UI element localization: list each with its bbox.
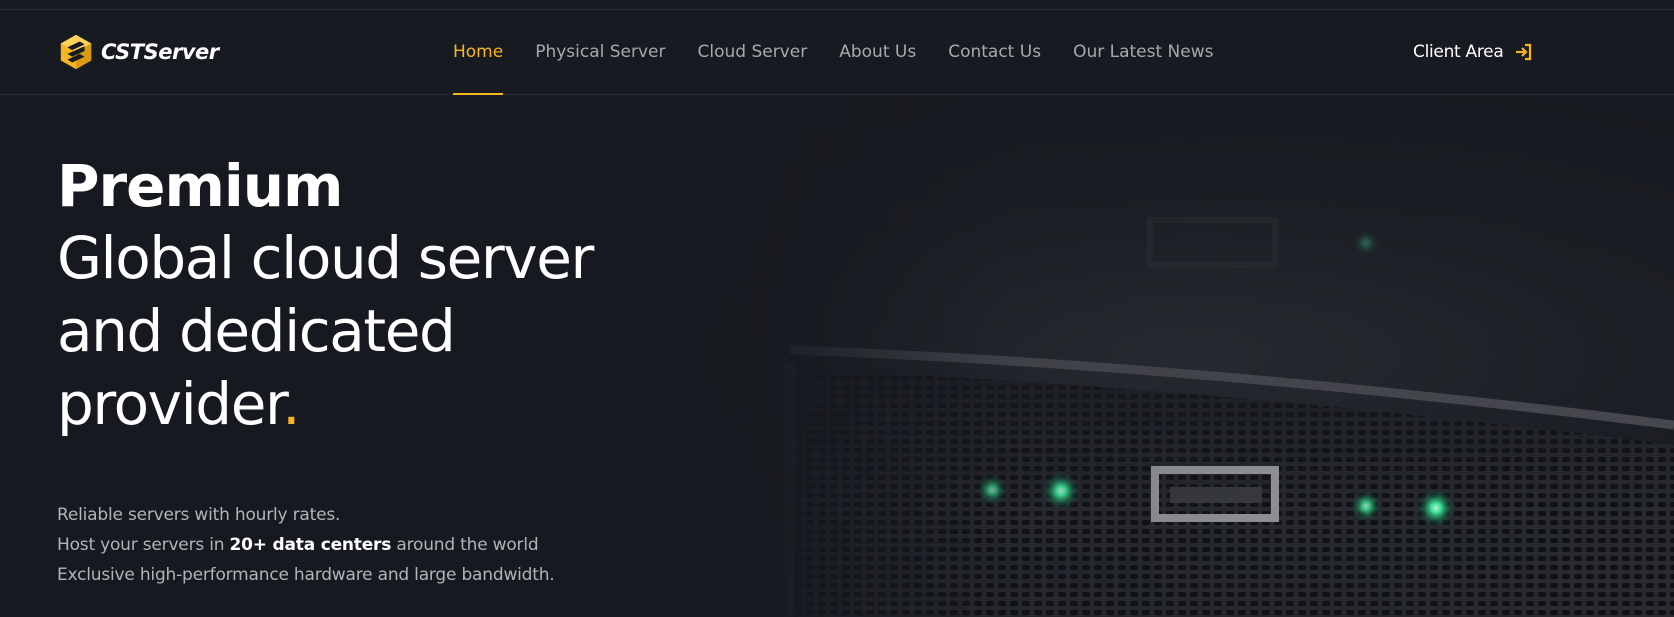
client-area-label: Client Area <box>1413 42 1504 62</box>
nav-item-latest-news[interactable]: Our Latest News <box>1073 10 1213 94</box>
nav-item-physical-server[interactable]: Physical Server <box>535 10 665 94</box>
sign-in-arrow-icon <box>1516 43 1532 61</box>
main-nav: Home Physical Server Cloud Server About … <box>453 10 1246 95</box>
nav-item-contact-us[interactable]: Contact Us <box>948 10 1041 94</box>
hero-desc-line-2-suffix: around the world <box>391 535 539 555</box>
hero-desc-line-2-prefix: Host your servers in <box>57 535 230 555</box>
hero-title-line-3-text: provider <box>57 370 284 438</box>
nav-item-about-us[interactable]: About Us <box>839 10 916 94</box>
hero-headline: Premium Global cloud server and dedicate… <box>57 150 594 441</box>
hero-title-strong: Premium <box>57 152 343 220</box>
brand-name: CSTServer <box>101 40 219 64</box>
site-header: CSTServer Home Physical Server Cloud Ser… <box>0 10 1674 95</box>
hero-title-line-3: provider. <box>57 368 593 441</box>
hero-title-line-1: Global cloud server <box>57 224 594 292</box>
hero-desc-line-1: Reliable servers with hourly rates. <box>57 505 341 525</box>
cstserver-logo-icon <box>60 34 92 70</box>
hero-desc-data-centers: 20+ data centers <box>229 535 392 555</box>
hero-desc-line-3: Exclusive high-performance hardware and … <box>57 565 555 585</box>
hero-desc-line-2: Host your servers in 20+ data centers ar… <box>57 530 555 560</box>
hero-title-line-2: and dedicated <box>57 297 456 365</box>
nav-item-cloud-server[interactable]: Cloud Server <box>698 10 808 94</box>
hero-description: Reliable servers with hourly rates. Host… <box>57 500 555 590</box>
nav-item-home[interactable]: Home <box>453 10 504 95</box>
brand-logo-link[interactable]: CSTServer <box>57 32 219 72</box>
page: CSTServer Home Physical Server Cloud Ser… <box>0 0 1674 617</box>
client-area-link[interactable]: Client Area <box>1413 10 1533 94</box>
hero-title-dot: . <box>282 370 300 438</box>
